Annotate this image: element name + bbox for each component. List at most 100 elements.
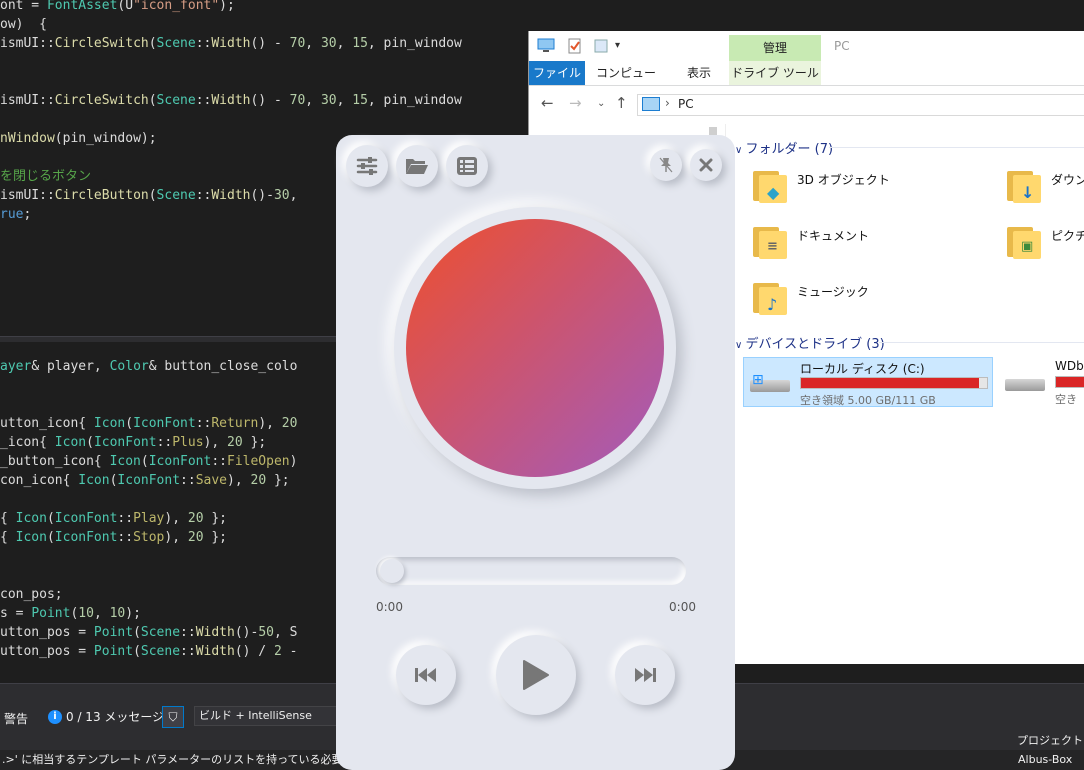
folders-group-label: フォルダー (7): [745, 142, 834, 157]
code-token: ::: [195, 36, 212, 51]
code-line[interactable]: ismUI::CircleSwitch(Scene::Width() - 70,…: [0, 93, 462, 109]
code-line[interactable]: s = Point(10, 10);: [0, 606, 141, 622]
code-token: 20: [281, 416, 298, 431]
code-token: ismUI::: [0, 36, 55, 51]
next-track-button[interactable]: [615, 645, 675, 705]
code-token: & button_close_colo: [148, 359, 298, 374]
folder-pictures[interactable]: ▣ ピクチャ: [1007, 219, 1084, 265]
code-token: ::: [117, 511, 134, 526]
drive-wdblue[interactable]: WDbl 空き: [999, 357, 1084, 407]
code-token: utton_pos =: [0, 644, 94, 659]
play-button[interactable]: [496, 635, 576, 715]
code-line[interactable]: ismUI::CircleButton(Scene::Width()-30,: [0, 188, 297, 204]
code-token: ::: [117, 530, 134, 545]
code-line[interactable]: { Icon(IconFont::Stop), 20 };: [0, 530, 227, 546]
code-token: (: [46, 511, 55, 526]
code-token: };: [203, 530, 228, 545]
code-line[interactable]: ow) {: [0, 17, 47, 33]
folder-downloads[interactable]: ↓ ダウンロ: [1007, 163, 1084, 209]
manage-context-tab[interactable]: 管理: [729, 35, 821, 61]
code-token: Width: [195, 625, 235, 640]
code-line[interactable]: _button_icon{ Icon(IconFont::FileOpen): [0, 454, 297, 470]
drive-usage-fill: [801, 378, 979, 388]
downloads-icon: ↓: [1007, 167, 1041, 203]
folder-documents[interactable]: ≡ ドキュメント: [753, 219, 993, 265]
recent-locations-chevron-icon[interactable]: ⌄: [597, 98, 605, 109]
seek-slider[interactable]: [376, 557, 686, 585]
code-token: IconFont: [54, 530, 118, 545]
code-token: () /: [234, 644, 274, 659]
breadcrumb-chevron-icon[interactable]: ›: [665, 96, 670, 110]
play-icon: [523, 660, 549, 690]
collapse-chevron-icon[interactable]: ∨: [735, 145, 746, 156]
computer-icon[interactable]: [537, 38, 555, 58]
code-line[interactable]: を閉じるボタン: [0, 169, 91, 185]
code-line[interactable]: ayer& player, Color& button_close_colo: [0, 359, 297, 375]
folder-music[interactable]: ♪ ミュージック: [753, 275, 993, 321]
code-token: Width: [211, 36, 251, 51]
customize-toolbar-icon[interactable]: ▾: [615, 40, 620, 51]
settings-sliders-icon: [356, 157, 378, 175]
code-line[interactable]: ont = FontAsset(U"icon_font");: [0, 0, 235, 14]
code-token: IconFont: [117, 473, 181, 488]
tab-view[interactable]: 表示: [679, 61, 719, 85]
code-token: ,: [305, 36, 321, 51]
music-player-window: 0:00 0:00: [336, 135, 735, 770]
code-token: "icon_font": [133, 0, 220, 13]
code-line[interactable]: utton_pos = Point(Scene::Width() / 2 -: [0, 644, 297, 660]
code-token: };: [203, 511, 228, 526]
code-token: ::: [156, 435, 173, 450]
project-column-header[interactable]: プロジェクト: [1017, 732, 1083, 748]
code-line[interactable]: ismUI::CircleSwitch(Scene::Width() - 70,…: [0, 36, 462, 52]
pin-window-toggle[interactable]: [650, 149, 682, 181]
seek-slider-handle[interactable]: [380, 559, 404, 583]
filter-icon[interactable]: ⛉: [162, 706, 184, 728]
playlist-button[interactable]: [446, 145, 488, 187]
collapse-chevron-icon[interactable]: ∨: [735, 340, 746, 351]
code-token: ismUI::: [0, 188, 55, 203]
code-token: CircleSwitch: [54, 93, 149, 108]
code-line[interactable]: rue;: [0, 207, 31, 223]
close-button[interactable]: [690, 149, 722, 181]
properties-icon[interactable]: [567, 38, 583, 58]
code-token: ),: [164, 530, 188, 545]
code-token: Point: [93, 644, 134, 659]
previous-track-button[interactable]: [396, 645, 456, 705]
code-token: 30: [320, 93, 337, 108]
forward-arrow-icon[interactable]: →: [569, 94, 582, 112]
new-folder-icon[interactable]: [593, 38, 609, 58]
back-arrow-icon[interactable]: ←: [541, 94, 554, 112]
code-token: ),: [227, 473, 251, 488]
settings-button[interactable]: [346, 145, 388, 187]
code-token: ::: [180, 473, 196, 488]
code-token: ()-: [250, 188, 274, 203]
code-token: ow) {: [0, 17, 47, 32]
code-token: Icon: [109, 454, 141, 469]
code-line[interactable]: nWindow(pin_window);: [0, 131, 157, 147]
code-line[interactable]: { Icon(IconFont::Play), 20 };: [0, 511, 227, 527]
tab-drive-tools[interactable]: ドライブ ツール: [729, 61, 821, 85]
code-line[interactable]: con_pos;: [0, 587, 63, 603]
drive-c[interactable]: ⊞ ローカル ディスク (C:) 空き領域 5.00 GB/111 GB: [743, 357, 993, 407]
address-bar[interactable]: › PC: [637, 94, 1084, 116]
code-line[interactable]: utton_icon{ Icon(IconFont::Return), 20: [0, 416, 297, 432]
code-token: Scene: [140, 625, 181, 640]
code-token: 10: [109, 606, 126, 621]
folders-group-header[interactable]: ∨ フォルダー (7): [735, 138, 833, 157]
messages-filter[interactable]: i 0 / 13 メッセージ: [48, 708, 164, 725]
code-token: ::: [195, 188, 212, 203]
warnings-filter-label[interactable]: 警告: [4, 710, 28, 727]
devices-group-header[interactable]: ∨ デバイスとドライブ (3): [735, 333, 885, 352]
breadcrumb-pc[interactable]: PC: [678, 97, 694, 111]
tab-file[interactable]: ファイル: [529, 61, 585, 85]
code-token: 10: [78, 606, 94, 621]
code-line[interactable]: con_icon{ Icon(IconFont::Save), 20 };: [0, 473, 290, 489]
code-token: 20: [187, 530, 204, 545]
folder-3d-objects[interactable]: ◆ 3D オブジェクト: [753, 163, 993, 209]
code-line[interactable]: utton_pos = Point(Scene::Width()-50, S: [0, 625, 297, 641]
open-file-button[interactable]: [396, 145, 438, 187]
code-line[interactable]: _icon{ Icon(IconFont::Plus), 20 };: [0, 435, 266, 451]
tab-computer[interactable]: コンピューター: [591, 61, 661, 104]
build-source-select[interactable]: ビルド + IntelliSense: [194, 706, 342, 726]
up-arrow-icon[interactable]: ↑: [615, 94, 628, 112]
